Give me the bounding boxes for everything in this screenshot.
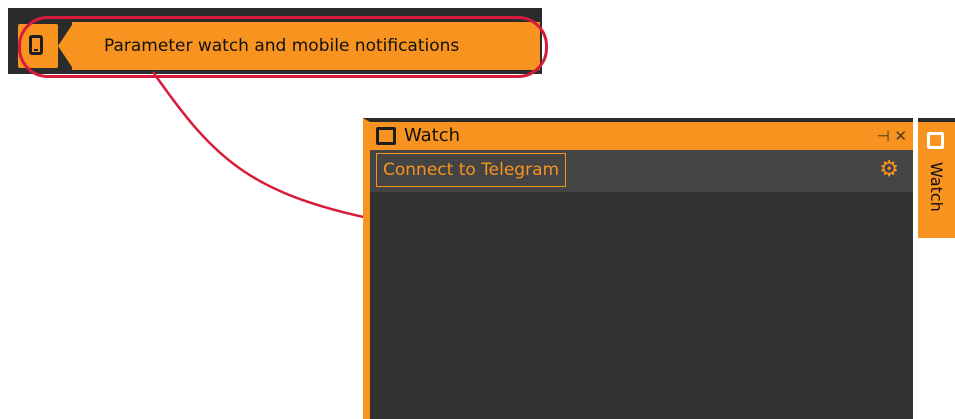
watch-panel-toolbar: Connect to Telegram ⚙	[370, 150, 913, 192]
phone-icon	[927, 132, 944, 149]
panel-window-controls[interactable]: ⊣ ✕	[877, 122, 907, 150]
connect-to-telegram-button[interactable]: Connect to Telegram	[376, 153, 567, 187]
screenshot-stage: Parameter watch and mobile notifications…	[0, 0, 955, 419]
watch-panel: Watch ⊣ ✕ Connect to Telegram ⚙	[363, 118, 913, 419]
panel-title: Watch	[404, 125, 461, 146]
gear-icon[interactable]: ⚙	[879, 159, 899, 181]
watch-toolbar-button[interactable]	[18, 24, 58, 68]
watch-tooltip: Parameter watch and mobile notifications	[72, 22, 540, 70]
side-tab-label: Watch	[927, 162, 946, 212]
watch-side-tab[interactable]: Watch	[918, 118, 955, 238]
arrow-line	[151, 71, 399, 226]
top-toolbar-strip: Parameter watch and mobile notifications	[8, 8, 548, 78]
phone-icon	[29, 35, 43, 55]
phone-icon	[376, 127, 396, 145]
watch-panel-header: Watch ⊣ ✕	[370, 122, 913, 150]
